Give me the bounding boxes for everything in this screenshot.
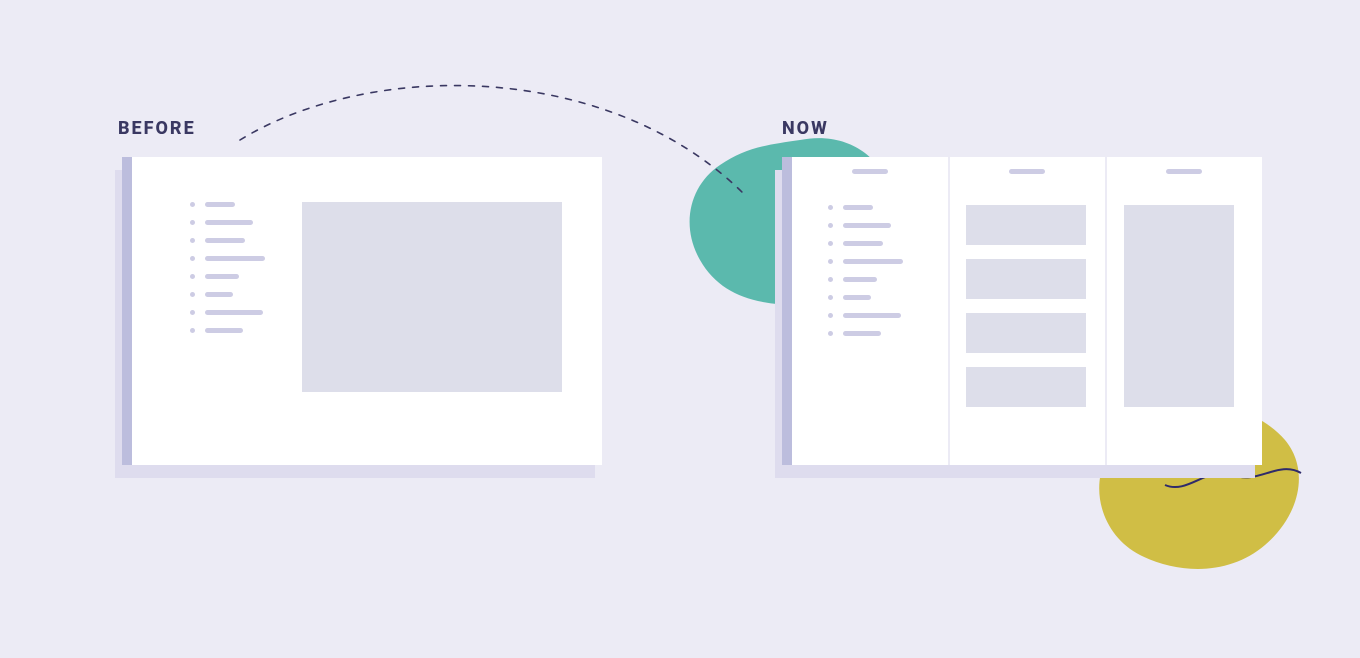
list-item bbox=[828, 277, 918, 282]
tab-notch-1 bbox=[852, 169, 888, 174]
now-right-block bbox=[1124, 205, 1234, 407]
tab-notch-3 bbox=[1166, 169, 1202, 174]
skeleton-line bbox=[843, 205, 873, 210]
list-item bbox=[190, 274, 280, 279]
list-item bbox=[190, 328, 280, 333]
skeleton-line bbox=[843, 277, 877, 282]
skeleton-line bbox=[843, 331, 881, 336]
bullet-icon bbox=[828, 313, 833, 318]
divider-1 bbox=[948, 157, 950, 465]
list-item bbox=[190, 256, 280, 261]
skeleton-line bbox=[843, 241, 883, 246]
now-rail bbox=[782, 157, 792, 465]
center-block-2 bbox=[966, 259, 1086, 299]
now-label: NOW bbox=[782, 118, 829, 139]
bullet-icon bbox=[828, 241, 833, 246]
center-block-4 bbox=[966, 367, 1086, 407]
skeleton-line bbox=[843, 259, 903, 264]
bullet-icon bbox=[828, 331, 833, 336]
list-item bbox=[828, 223, 918, 228]
skeleton-line bbox=[843, 295, 871, 300]
skeleton-line bbox=[205, 310, 263, 315]
skeleton-line bbox=[843, 223, 891, 228]
skeleton-line bbox=[205, 202, 235, 207]
bullet-icon bbox=[190, 310, 195, 315]
bullet-icon bbox=[190, 256, 195, 261]
now-sidebar bbox=[828, 205, 918, 349]
bullet-icon bbox=[190, 202, 195, 207]
bullet-icon bbox=[190, 274, 195, 279]
before-sidebar bbox=[190, 202, 280, 346]
list-item bbox=[828, 313, 918, 318]
bullet-icon bbox=[190, 328, 195, 333]
before-rail bbox=[122, 157, 132, 465]
list-item bbox=[190, 238, 280, 243]
bullet-icon bbox=[828, 295, 833, 300]
list-item bbox=[828, 241, 918, 246]
list-item bbox=[190, 292, 280, 297]
skeleton-line bbox=[205, 256, 265, 261]
skeleton-line bbox=[205, 274, 239, 279]
center-block-3 bbox=[966, 313, 1086, 353]
before-panel bbox=[122, 157, 602, 465]
before-label: BEFORE bbox=[118, 118, 196, 139]
list-item bbox=[190, 202, 280, 207]
bullet-icon bbox=[190, 220, 195, 225]
before-content-block bbox=[302, 202, 562, 392]
bullet-icon bbox=[828, 277, 833, 282]
now-center-stack bbox=[966, 205, 1086, 407]
tab-notch-2 bbox=[1009, 169, 1045, 174]
skeleton-line bbox=[205, 292, 233, 297]
list-item bbox=[828, 259, 918, 264]
bullet-icon bbox=[828, 259, 833, 264]
bullet-icon bbox=[828, 223, 833, 228]
now-panel bbox=[782, 157, 1262, 465]
skeleton-line bbox=[843, 313, 901, 318]
list-item bbox=[190, 310, 280, 315]
list-item bbox=[190, 220, 280, 225]
bullet-icon bbox=[828, 205, 833, 210]
skeleton-line bbox=[205, 238, 245, 243]
bullet-icon bbox=[190, 292, 195, 297]
skeleton-line bbox=[205, 220, 253, 225]
center-block-1 bbox=[966, 205, 1086, 245]
divider-2 bbox=[1105, 157, 1107, 465]
list-item bbox=[828, 205, 918, 210]
list-item bbox=[828, 331, 918, 336]
bullet-icon bbox=[190, 238, 195, 243]
list-item bbox=[828, 295, 918, 300]
skeleton-line bbox=[205, 328, 243, 333]
